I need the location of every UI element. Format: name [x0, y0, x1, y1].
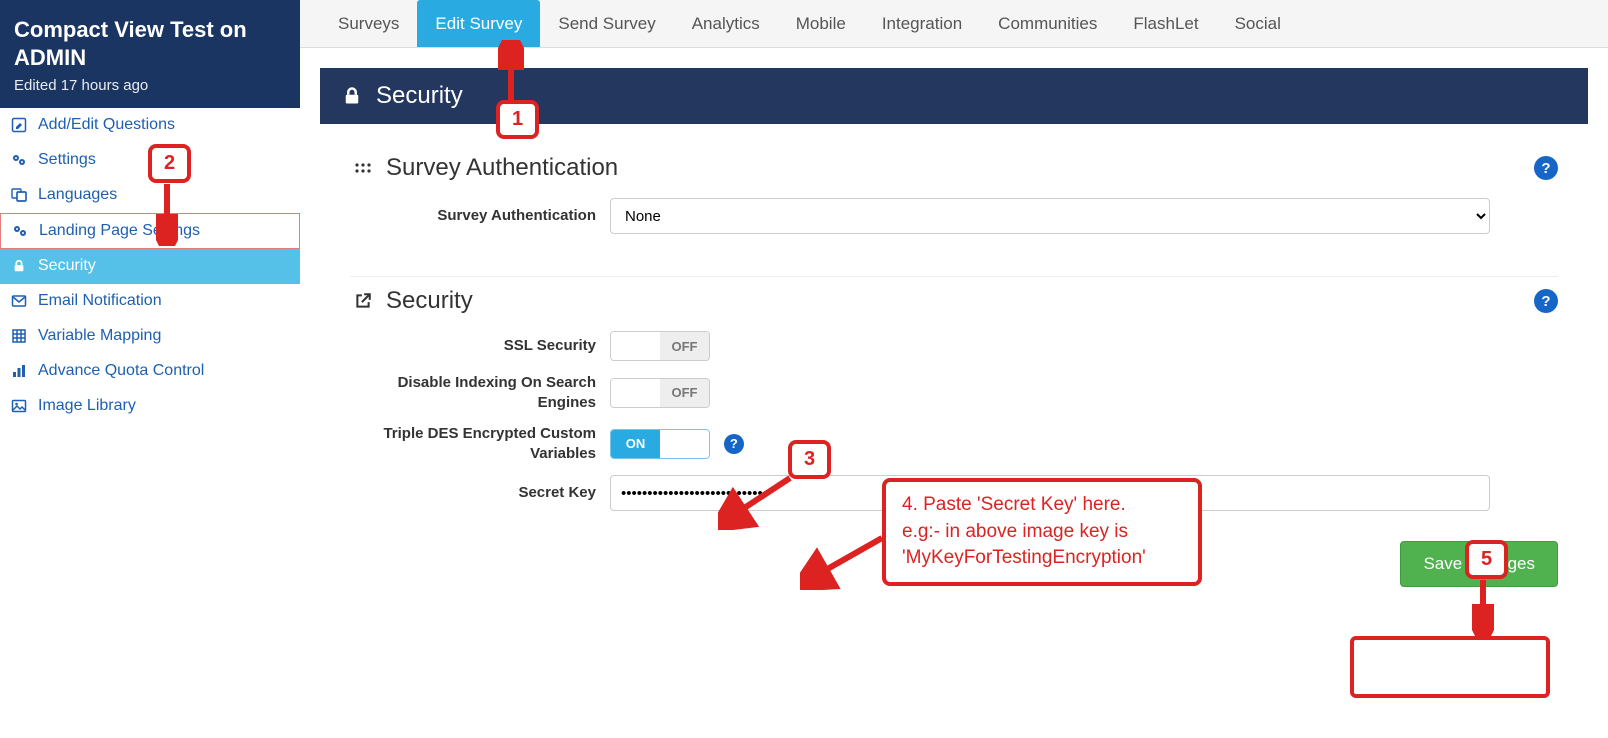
- sidebar-item-label: Email Notification: [38, 292, 162, 310]
- annotation-callout-1: 1: [496, 100, 539, 139]
- toggle-off-label: OFF: [660, 379, 709, 407]
- label-triple-des: Triple DES Encrypted Custom Variables: [350, 424, 610, 463]
- annotation-arrow-4: [800, 530, 890, 590]
- section-heading-security: Security ?: [350, 287, 1558, 315]
- toggle-off-label: OFF: [660, 430, 709, 458]
- toggle-on-label: ON: [611, 430, 660, 458]
- tab-communities[interactable]: Communities: [980, 0, 1115, 47]
- select-survey-authentication[interactable]: None: [610, 198, 1490, 234]
- sidebar-item-label: Image Library: [38, 397, 136, 415]
- edited-timestamp: Edited 17 hours ago: [14, 77, 286, 94]
- section-survey-authentication: Survey Authentication ? Survey Authentic…: [350, 144, 1558, 277]
- label-ssl-security: SSL Security: [350, 336, 610, 356]
- section-title: Security: [386, 287, 473, 315]
- sidebar-item-landing-page-settings[interactable]: Landing Page Settings: [0, 213, 300, 249]
- tab-surveys[interactable]: Surveys: [320, 0, 417, 47]
- section-heading-auth: Survey Authentication ?: [350, 154, 1558, 182]
- toggle-disable-indexing[interactable]: ON OFF: [610, 378, 710, 408]
- row-triple-des: Triple DES Encrypted Custom Variables ON…: [350, 424, 1558, 463]
- sidebar-item-variable-mapping[interactable]: Variable Mapping: [0, 319, 300, 354]
- grid-icon: [10, 328, 28, 344]
- survey-title: Compact View Test on ADMIN: [14, 16, 286, 71]
- gears-icon: [11, 223, 29, 239]
- tab-integration[interactable]: Integration: [864, 0, 980, 47]
- annotation-callout-3: 3: [788, 440, 831, 479]
- sidebar-item-label: Security: [38, 257, 96, 275]
- toggle-on-label: ON: [611, 332, 660, 360]
- row-survey-authentication: Survey Authentication None: [350, 198, 1558, 234]
- sidebar-item-label: Add/Edit Questions: [38, 116, 175, 134]
- sidebar-item-image-library[interactable]: Image Library: [0, 389, 300, 424]
- mail-icon: [10, 293, 28, 309]
- sidebar-item-label: Settings: [38, 151, 96, 169]
- sidebar: Compact View Test on ADMIN Edited 17 hou…: [0, 0, 300, 677]
- sidebar-header: Compact View Test on ADMIN Edited 17 hou…: [0, 0, 300, 108]
- toggle-ssl-security[interactable]: ON OFF: [610, 331, 710, 361]
- tab-mobile[interactable]: Mobile: [778, 0, 864, 47]
- annotation-callout-2: 2: [148, 144, 191, 183]
- sidebar-item-advance-quota-control[interactable]: Advance Quota Control: [0, 354, 300, 389]
- help-icon[interactable]: ?: [1534, 156, 1558, 180]
- lock-icon: [10, 259, 28, 273]
- top-nav: Surveys Edit Survey Send Survey Analytic…: [300, 0, 1608, 48]
- toggle-off-label: OFF: [660, 332, 709, 360]
- annotation-callout-5: 5: [1465, 540, 1508, 579]
- row-disable-indexing: Disable Indexing On Search Engines ON OF…: [350, 373, 1558, 412]
- annotation-arrow-1: [498, 40, 524, 102]
- row-ssl-security: SSL Security ON OFF: [350, 331, 1558, 361]
- label-disable-indexing: Disable Indexing On Search Engines: [350, 373, 610, 412]
- annotation-arrow-3: [718, 470, 798, 530]
- image-icon: [10, 398, 28, 414]
- toggle-on-label: ON: [611, 379, 660, 407]
- sidebar-item-languages[interactable]: Languages: [0, 178, 300, 213]
- annotation-note-4: 4. Paste 'Secret Key' here. e.g:- in abo…: [882, 478, 1202, 586]
- annotation-save-outline: [1350, 636, 1550, 698]
- annotation-arrow-5: [1472, 576, 1494, 636]
- tab-send-survey[interactable]: Send Survey: [540, 0, 673, 47]
- page-title: Security: [376, 82, 463, 110]
- tab-flashlet[interactable]: FlashLet: [1115, 0, 1216, 47]
- tab-social[interactable]: Social: [1217, 0, 1299, 47]
- gears-icon: [10, 152, 28, 168]
- sidebar-item-label: Variable Mapping: [38, 327, 161, 345]
- label-secret-key: Secret Key: [350, 483, 610, 503]
- bars-icon: [10, 363, 28, 379]
- tab-analytics[interactable]: Analytics: [674, 0, 778, 47]
- help-icon[interactable]: ?: [724, 434, 744, 454]
- sidebar-item-email-notification[interactable]: Email Notification: [0, 284, 300, 319]
- label-survey-authentication: Survey Authentication: [350, 206, 610, 226]
- help-icon[interactable]: ?: [1534, 289, 1558, 313]
- sidebar-item-label: Languages: [38, 186, 117, 204]
- sidebar-item-add-edit-questions[interactable]: Add/Edit Questions: [0, 108, 300, 143]
- language-icon: [10, 187, 28, 203]
- lock-icon: [342, 86, 362, 106]
- annotation-arrow-2: [156, 180, 178, 246]
- sidebar-item-security[interactable]: Security: [0, 249, 300, 284]
- password-dots-icon: [350, 163, 376, 173]
- toggle-triple-des[interactable]: ON OFF: [610, 429, 710, 459]
- external-link-icon: [350, 292, 376, 310]
- edit-icon: [10, 117, 28, 133]
- sidebar-item-label: Advance Quota Control: [38, 362, 204, 380]
- section-title: Survey Authentication: [386, 154, 618, 182]
